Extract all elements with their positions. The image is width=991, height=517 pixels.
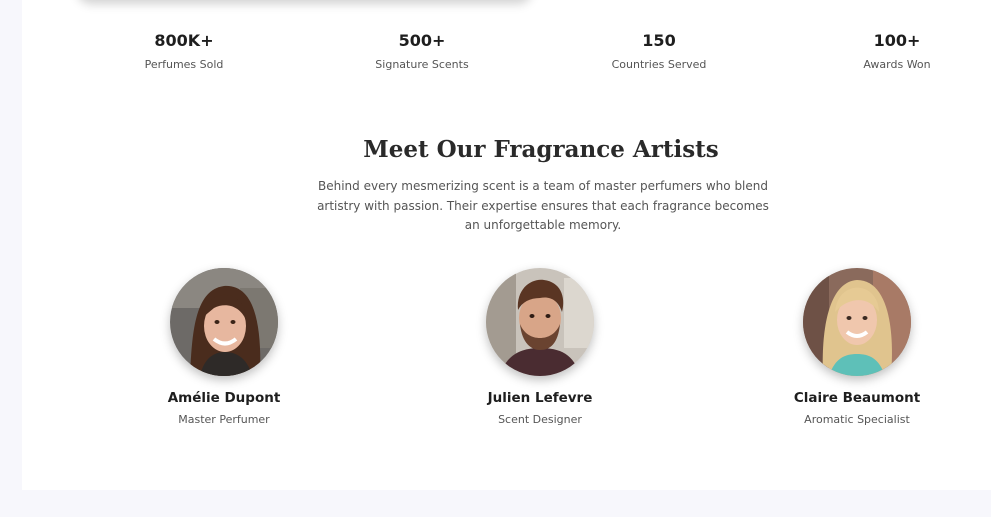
section-title: Meet Our Fragrance Artists — [363, 136, 719, 163]
stat-value: 150 — [642, 31, 676, 50]
stat-awards-won: 100+ Awards Won — [797, 30, 991, 71]
artist-card-claire: Claire Beaumont Aromatic Specialist — [747, 268, 967, 426]
artist-name: Julien Lefevre — [487, 390, 593, 406]
artist-role: Scent Designer — [498, 413, 582, 426]
stat-label: Signature Scents — [375, 58, 469, 71]
artist-name: Claire Beaumont — [793, 390, 921, 406]
stat-perfumes-sold: 800K+ Perfumes Sold — [84, 30, 284, 71]
avatar — [803, 268, 911, 376]
artist-card-julien: Julien Lefevre Scent Designer — [430, 268, 650, 426]
stat-signature-scents: 500+ Signature Scents — [322, 30, 522, 71]
content-area: 800K+ Perfumes Sold 500+ Signature Scent… — [22, 0, 991, 490]
stat-value: 800K+ — [154, 31, 214, 50]
artist-card-amelie: Amélie Dupont Master Perfumer — [114, 268, 334, 426]
artist-name: Amélie Dupont — [167, 390, 281, 406]
stat-label: Perfumes Sold — [144, 58, 224, 71]
stat-value: 100+ — [873, 31, 921, 50]
stat-countries-served: 150 Countries Served — [559, 30, 759, 71]
section-description: Behind every mesmerizing scent is a team… — [317, 179, 769, 232]
stat-label: Awards Won — [863, 58, 931, 71]
stat-label: Countries Served — [611, 58, 707, 71]
stat-value: 500+ — [398, 31, 446, 50]
avatar — [170, 268, 278, 376]
artist-role: Aromatic Specialist — [804, 413, 910, 426]
artist-role: Master Perfumer — [178, 413, 270, 426]
avatar — [486, 268, 594, 376]
